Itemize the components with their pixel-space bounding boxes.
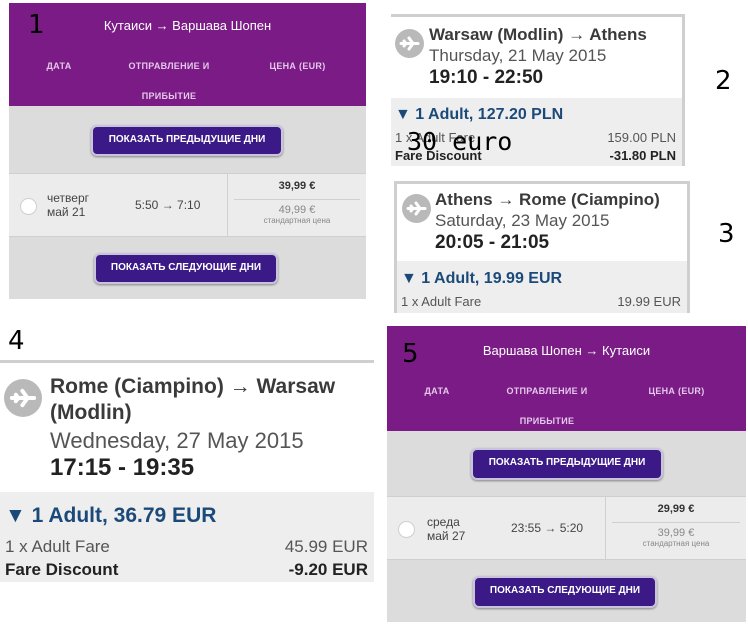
fare-amount: 19.99 EUR [617, 294, 681, 309]
price: 39,99 € [278, 180, 316, 192]
standard-price: 39,99 € [657, 527, 695, 539]
col-depart: ОТПРАВЛЕНИЕ И [506, 386, 588, 396]
wizz-header: Кутаиси → Варшава Шопен ДАТА ОТПРАВЛЕНИЕ… [9, 3, 366, 106]
ryanair-card-3: Athens → Rome (Ciampino) Saturday, 23 Ma… [394, 181, 690, 313]
route-title: Варшава Шопен → Кутаиси [482, 343, 651, 358]
col-price: ЦЕНА (EUR) [269, 61, 326, 71]
standard-price-label: стандартная цена [263, 216, 331, 225]
adult-total[interactable]: ▼ 1 Adult, 127.20 PLN [395, 106, 563, 124]
flight-row[interactable]: среда май 27 23:55 → 5:20 29,99 € 39,99 … [387, 496, 746, 560]
label-2: 2 [715, 66, 732, 96]
radio-button[interactable] [20, 198, 37, 215]
fare-label: 1 x Adult Fare [401, 294, 482, 309]
airplane-icon [402, 194, 431, 223]
passenger-summary[interactable]: ▼ 1 Adult, 19.99 EUR 1 x Adult Fare 19.9… [397, 261, 687, 313]
passenger-summary[interactable]: ▼ 1 Adult, 36.79 EUR 1 x Adult Fare 45.9… [0, 492, 374, 582]
flight-date: Thursday, 21 May 2015 [429, 46, 607, 65]
day: май 27 [427, 529, 466, 543]
col-price: ЦЕНА (EUR) [648, 386, 705, 396]
fare-label: 1 x Adult Fare [5, 537, 110, 556]
adult-total[interactable]: ▼ 1 Adult, 19.99 EUR [401, 270, 562, 288]
discount-amount: -31.80 PLN [609, 148, 676, 163]
standard-price-label: стандартная цена [642, 539, 710, 548]
col-arrive: ПРИБЫТИЕ [519, 416, 575, 426]
route-line-1: Rome (Ciampino) → Warsaw [50, 375, 336, 398]
flight-time: 17:15 - 19:35 [50, 454, 195, 481]
label-3: 3 [718, 219, 735, 249]
show-previous-days-button[interactable]: ПОКАЗАТЬ ПРЕДЫДУЩИЕ ДНИ [471, 448, 663, 480]
show-previous-days-button[interactable]: ПОКАЗАТЬ ПРЕДЫДУЩИЕ ДНИ [91, 125, 283, 156]
radio-button[interactable] [398, 521, 415, 538]
discount-label: Fare Discount [5, 560, 119, 579]
flight-times: 5:50 → 7:10 [135, 198, 201, 212]
flight-times: 23:55 → 5:20 [511, 521, 584, 535]
label-5: 5 [402, 339, 419, 369]
adult-total[interactable]: ▼ 1 Adult, 36.79 EUR [5, 504, 216, 528]
day: май 21 [47, 205, 86, 219]
route-line-2: (Modlin) [50, 401, 132, 424]
note-30-euro: 30 euro [407, 127, 513, 156]
route-title: Кутаиси → Варшава Шопен [103, 18, 272, 33]
discount-amount: -9.20 EUR [288, 560, 368, 579]
flight-time: 20:05 - 21:05 [435, 232, 550, 253]
col-depart: ОТПРАВЛЕНИЕ И [128, 61, 210, 71]
route: Warsaw (Modlin) → Athens [429, 25, 647, 44]
flight-row[interactable]: четверг май 21 5:50 → 7:10 39,99 € 49,99… [9, 173, 366, 237]
price: 29,99 € [657, 503, 695, 515]
standard-price: 49,99 € [278, 204, 316, 216]
airplane-icon [4, 379, 42, 417]
fare-amount: 45.99 EUR [284, 537, 368, 556]
flight-date: Wednesday, 27 May 2015 [50, 428, 304, 453]
show-next-days-button[interactable]: ПОКАЗАТЬ СЛЕДУЮЩИЕ ДНИ [94, 253, 278, 284]
wizz-header: Варшава Шопен → Кутаиси ДАТА ОТПРАВЛЕНИЕ… [387, 326, 746, 431]
col-arrive: ПРИБЫТИЕ [141, 91, 197, 101]
label-4: 4 [8, 326, 25, 356]
ryanair-card-4: Rome (Ciampino) → Warsaw (Modlin) Wednes… [0, 360, 374, 582]
col-date: ДАТА [46, 61, 72, 71]
show-next-days-button[interactable]: ПОКАЗАТЬ СЛЕДУЮЩИЕ ДНИ [473, 576, 657, 608]
airplane-icon [395, 29, 424, 58]
flight-time: 19:10 - 22:50 [429, 67, 544, 88]
label-1: 1 [28, 10, 45, 40]
wizz-panel-1: Кутаиси → Варшава Шопен ДАТА ОТПРАВЛЕНИЕ… [9, 3, 366, 299]
flight-date: Saturday, 23 May 2015 [435, 211, 610, 230]
weekday: четверг [47, 191, 89, 205]
col-date: ДАТА [424, 386, 450, 396]
wizz-panel-5: Варшава Шопен → Кутаиси ДАТА ОТПРАВЛЕНИЕ… [387, 326, 746, 622]
weekday: среда [427, 515, 460, 529]
route: Athens → Rome (Ciampino) [435, 190, 660, 209]
fare-amount: 159.00 PLN [607, 130, 676, 145]
